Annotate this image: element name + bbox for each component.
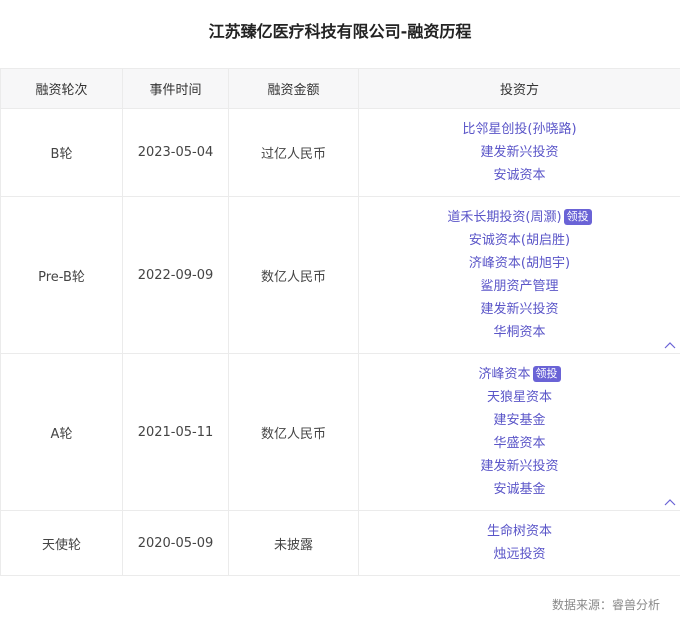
investor-link[interactable]: 安诚基金 xyxy=(493,482,545,497)
investor-item: 比邻星创投(孙晓路) xyxy=(359,118,680,141)
table-row: B轮 2023-05-04 过亿人民币 比邻星创投(孙晓路) 建发新兴投资 安诚资本 xyxy=(0,108,680,197)
investor-item: 建安基金 xyxy=(359,409,680,432)
investor-link[interactable]: 济峰资本(胡旭宇) xyxy=(469,256,570,271)
investor-link[interactable]: 建发新兴投资 xyxy=(480,302,558,317)
investor-link[interactable]: 生命树资本 xyxy=(487,524,552,539)
investor-link[interactable]: 烛远投资 xyxy=(493,547,545,562)
investor-item: 建发新兴投资 xyxy=(359,455,680,478)
investor-link[interactable]: 华盛资本 xyxy=(493,436,545,451)
investor-item: 安诚资本 xyxy=(359,164,680,187)
investor-link[interactable]: 道禾长期投资(周灏) xyxy=(447,210,561,225)
investor-item: 建发新兴投资 xyxy=(359,298,680,321)
cell-amount: 数亿人民币 xyxy=(228,196,359,354)
investor-item: 济峰资本(胡旭宇) xyxy=(359,252,680,275)
cell-date: 2021-05-11 xyxy=(122,353,229,511)
data-source: 数据来源：睿兽分析 xyxy=(551,598,660,612)
cell-investors: 比邻星创投(孙晓路) 建发新兴投资 安诚资本 xyxy=(358,108,680,197)
investor-link[interactable]: 鲨朋资产管理 xyxy=(480,279,558,294)
cell-amount: 未披露 xyxy=(228,510,359,576)
cell-investors: 道禾长期投资(周灏) 领投安诚资本(胡启胜) 济峰资本(胡旭宇) 鲨朋资产管理 建发新兴… xyxy=(358,196,680,354)
investor-item: 安诚资本(胡启胜) xyxy=(359,229,680,252)
investor-item: 鲨朋资产管理 xyxy=(359,275,680,298)
lead-investor-badge: 领投 xyxy=(532,366,561,382)
investor-item: 安诚基金 xyxy=(359,478,680,501)
investor-link[interactable]: 华桐资本 xyxy=(493,325,545,340)
header-round: 融资轮次 xyxy=(0,68,123,109)
header-investors: 投资方 xyxy=(358,68,680,109)
cell-amount: 过亿人民币 xyxy=(228,108,359,197)
investor-item: 生命树资本 xyxy=(359,520,680,543)
table-row: A轮 2021-05-11 数亿人民币 济峰资本 领投 天狼星资本 建安基金 华盛资本 建发新兴… xyxy=(0,353,680,511)
investor-link[interactable]: 安诚资本 xyxy=(493,168,545,183)
investor-link[interactable]: 济峰资本 xyxy=(478,367,530,382)
investor-link[interactable]: 比邻星创投(孙晓路) xyxy=(462,122,576,137)
investor-item: 华桐资本 xyxy=(359,321,680,344)
table-header-row: 融资轮次 事件时间 融资金额 投资方 xyxy=(0,68,680,109)
chevron-up-icon[interactable] xyxy=(664,341,676,351)
table-row: Pre-B轮 2022-09-09 数亿人民币 道禾长期投资(周灏) 领投 安诚资本(胡启… xyxy=(0,196,680,354)
investor-item: 道禾长期投资(周灏) 领投 xyxy=(359,206,680,229)
table-body: B轮 2023-05-04 过亿人民币 比邻星创投(孙晓路) 建发新兴投资 安诚资本 Pre… xyxy=(0,108,680,576)
header-amount: 融资金额 xyxy=(228,68,359,109)
investor-link[interactable]: 建安基金 xyxy=(493,413,545,428)
cell-round: 天使轮 xyxy=(0,510,123,576)
cell-date: 2020-05-09 xyxy=(122,510,229,576)
investor-item: 建发新兴投资 xyxy=(359,141,680,164)
investor-link[interactable]: 安诚资本(胡启胜) xyxy=(469,233,570,248)
chevron-up-icon[interactable] xyxy=(664,498,676,508)
cell-round: A轮 xyxy=(0,353,123,511)
cell-investors: 济峰资本 领投天狼星资本建安基金华盛资本建发新兴投资 安诚基金 xyxy=(358,353,680,511)
cell-investors: 生命树资本 烛远投资 xyxy=(358,510,680,576)
table-row: 天使轮 2020-05-09 未披露 生命树资本 烛远投资 xyxy=(0,510,680,576)
financing-table: 融资轮次 事件时间 融资金额 投资方 B轮 2023-05-04 过亿人民币 比邻星创… xyxy=(0,68,680,576)
cell-round: Pre-B轮 xyxy=(0,196,123,354)
lead-investor-badge: 领投 xyxy=(563,209,592,225)
investor-item: 天狼星资本 xyxy=(359,386,680,409)
cell-amount: 数亿人民币 xyxy=(228,353,359,511)
investor-link[interactable]: 天狼星资本 xyxy=(487,390,552,405)
investor-link[interactable]: 建发新兴投资 xyxy=(480,459,558,474)
header-date: 事件时间 xyxy=(122,68,229,109)
cell-date: 2022-09-09 xyxy=(122,196,229,354)
investor-link[interactable]: 建发新兴投资 xyxy=(480,145,558,160)
page-title: 江苏臻亿医疗科技有限公司-融资历程 xyxy=(208,22,472,41)
investor-item: 济峰资本 领投 xyxy=(359,363,680,386)
investor-item: 华盛资本 xyxy=(359,432,680,455)
cell-round: B轮 xyxy=(0,108,123,197)
investor-item: 烛远投资 xyxy=(359,543,680,566)
cell-date: 2023-05-04 xyxy=(122,108,229,197)
